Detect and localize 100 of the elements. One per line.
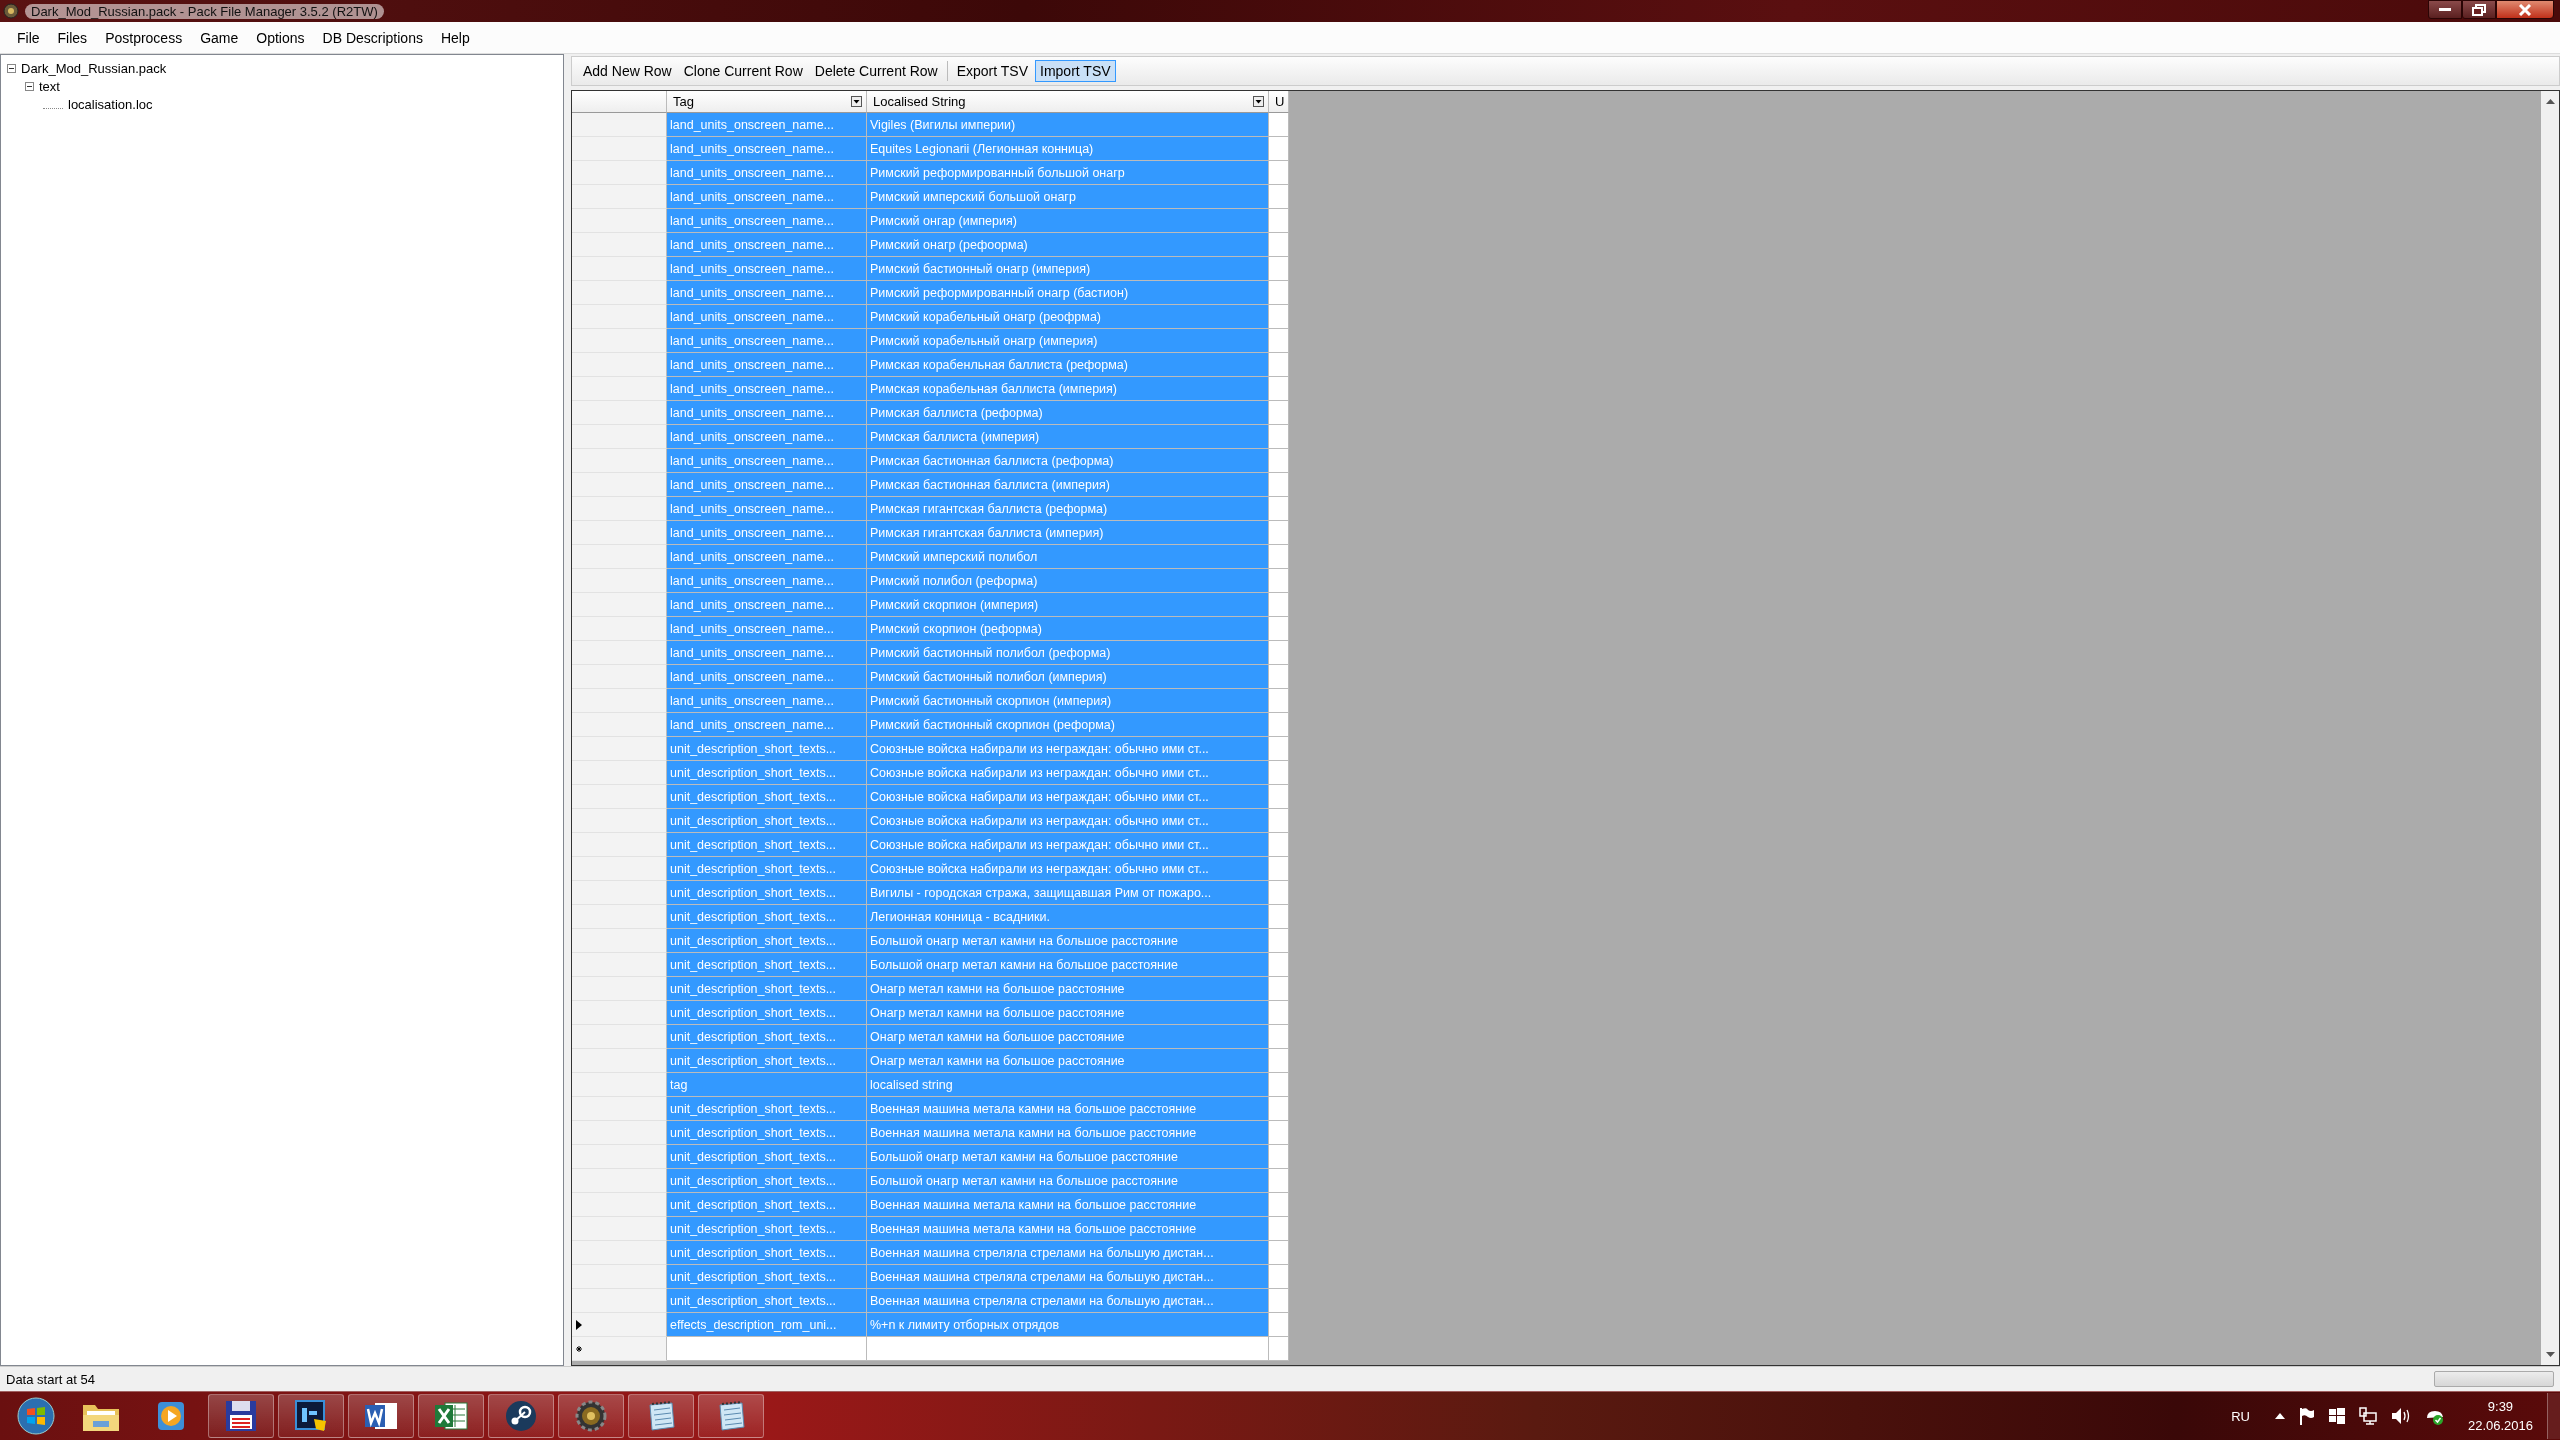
column-header[interactable]: Tag (667, 91, 867, 113)
table-cell[interactable]: Союзные войска набирали из неграждан: обычно ими ст... (867, 809, 1269, 833)
table-cell[interactable]: Онагр метал камни на большое расстояние (867, 1025, 1269, 1049)
table-cell[interactable]: Римский онагр (рефоорма) (867, 233, 1269, 257)
table-cell[interactable]: unit_description_short_texts... (667, 1169, 867, 1193)
table-cell[interactable]: land_units_onscreen_name... (667, 449, 867, 473)
table-cell[interactable]: land_units_onscreen_name... (667, 137, 867, 161)
table-cell[interactable]: land_units_onscreen_name... (667, 161, 867, 185)
table-cell[interactable]: land_units_onscreen_name... (667, 329, 867, 353)
table-cell[interactable]: Римская корабенльная баллиста (реформа) (867, 353, 1269, 377)
table-cell[interactable]: Римская бастионная баллиста (империя) (867, 473, 1269, 497)
table-cell[interactable]: Римский бастионный полибол (империя) (867, 665, 1269, 689)
table-cell[interactable]: unit_description_short_texts... (667, 953, 867, 977)
table-cell[interactable]: land_units_onscreen_name... (667, 209, 867, 233)
table-cell[interactable]: unit_description_short_texts... (667, 1097, 867, 1121)
table-cell[interactable]: %+n к лимиту отборных отрядов (867, 1313, 1269, 1337)
menu-item[interactable]: Game (191, 27, 248, 48)
table-cell[interactable]: Легионная конница - всадники. (867, 905, 1269, 929)
table-cell[interactable]: Римский скорпион (империя) (867, 593, 1269, 617)
table-cell[interactable]: unit_description_short_texts... (667, 833, 867, 857)
language-indicator[interactable]: RU (2231, 1408, 2250, 1424)
table-cell[interactable]: Римская баллиста (реформа) (867, 401, 1269, 425)
table-cell[interactable]: unit_description_short_texts... (667, 1145, 867, 1169)
table-cell[interactable]: Военная машина стреляла стрелами на большую дистан... (867, 1241, 1269, 1265)
table-cell[interactable]: land_units_onscreen_name... (667, 641, 867, 665)
table-cell[interactable]: Римский бастионный онагр (империя) (867, 257, 1269, 281)
table-cell[interactable]: land_units_onscreen_name... (667, 233, 867, 257)
menu-item[interactable]: DB Descriptions (313, 27, 432, 48)
table-cell[interactable]: Союзные войска набирали из неграждан: обычно ими ст... (867, 737, 1269, 761)
table-cell[interactable]: land_units_onscreen_name... (667, 617, 867, 641)
tree-item[interactable]: Dark_Mod_Russian.pack (19, 60, 169, 76)
table-cell[interactable]: land_units_onscreen_name... (667, 353, 867, 377)
table-cell[interactable]: effects_description_rom_uni... (667, 1313, 867, 1337)
table-cell[interactable]: Римский реформированный онагр (бастион) (867, 281, 1269, 305)
table-cell[interactable]: unit_description_short_texts... (667, 905, 867, 929)
table-cell[interactable]: Военная машина метала камни на большое расстояние (867, 1193, 1269, 1217)
table-cell[interactable]: Союзные войска набирали из неграждан: обычно ими ст... (867, 761, 1269, 785)
table-cell[interactable]: unit_description_short_texts... (667, 761, 867, 785)
table-cell[interactable]: land_units_onscreen_name... (667, 401, 867, 425)
table-cell[interactable]: Римский скорпион (реформа) (867, 617, 1269, 641)
table-cell[interactable]: unit_description_short_texts... (667, 1241, 867, 1265)
table-cell[interactable]: unit_description_short_texts... (667, 1217, 867, 1241)
table-cell[interactable]: land_units_onscreen_name... (667, 713, 867, 737)
table-cell[interactable]: unit_description_short_texts... (667, 1121, 867, 1145)
table-cell[interactable]: Римская гигантская баллиста (империя) (867, 521, 1269, 545)
table-cell[interactable]: unit_description_short_texts... (667, 1289, 867, 1313)
table-cell[interactable]: land_units_onscreen_name... (667, 281, 867, 305)
table-cell[interactable]: Римский корабельный онагр (империя) (867, 329, 1269, 353)
table-cell[interactable]: land_units_onscreen_name... (667, 569, 867, 593)
table-cell[interactable]: localised string (867, 1073, 1269, 1097)
table-cell[interactable]: Римский полибол (реформа) (867, 569, 1269, 593)
toolbar-button[interactable]: Add New Row (578, 60, 677, 82)
table-cell[interactable]: Большой онагр метал камни на большое расстояние (867, 1145, 1269, 1169)
table-cell[interactable]: Римский имперский полибол (867, 545, 1269, 569)
table-cell[interactable]: Римский корабельный онагр (реофрма) (867, 305, 1269, 329)
table-cell[interactable]: land_units_onscreen_name... (667, 425, 867, 449)
table-cell[interactable]: unit_description_short_texts... (667, 1001, 867, 1025)
table-cell[interactable]: land_units_onscreen_name... (667, 113, 867, 137)
table-cell[interactable]: Союзные войска набирали из неграждан: обычно ими ст... (867, 785, 1269, 809)
toolbar-button[interactable]: Export TSV (951, 60, 1034, 82)
table-cell[interactable]: unit_description_short_texts... (667, 1265, 867, 1289)
table-cell[interactable]: Большой онагр метал камни на большое расстояние (867, 929, 1269, 953)
table-cell[interactable]: unit_description_short_texts... (667, 785, 867, 809)
table-cell[interactable]: Онагр метал камни на большое расстояние (867, 1049, 1269, 1073)
table-cell[interactable]: unit_description_short_texts... (667, 809, 867, 833)
table-cell[interactable]: land_units_onscreen_name... (667, 497, 867, 521)
table-cell[interactable]: Римский имперский большой онагр (867, 185, 1269, 209)
table-cell[interactable]: unit_description_short_texts... (667, 1025, 867, 1049)
toolbar-button[interactable]: Clone Current Row (678, 60, 808, 82)
table-cell[interactable]: land_units_onscreen_name... (667, 257, 867, 281)
table-cell[interactable]: land_units_onscreen_name... (667, 521, 867, 545)
menu-item[interactable]: Help (431, 27, 479, 48)
table-cell[interactable]: Военная машина метала камни на большое расстояние (867, 1217, 1269, 1241)
table-cell[interactable]: land_units_onscreen_name... (667, 185, 867, 209)
menu-item[interactable]: File (8, 27, 49, 48)
table-cell[interactable]: Вигилы - городская стража, защищавшая Рим от пожаро... (867, 881, 1269, 905)
table-cell[interactable]: land_units_onscreen_name... (667, 593, 867, 617)
column-header[interactable]: U (1269, 91, 1289, 113)
table-cell[interactable]: Римский бастионный полибол (реформа) (867, 641, 1269, 665)
table-cell[interactable]: Римский реформированный большой онагр (867, 161, 1269, 185)
table-cell[interactable]: land_units_onscreen_name... (667, 305, 867, 329)
table-cell[interactable]: tag (667, 1073, 867, 1097)
table-cell[interactable]: Vigiles (Вигилы империи) (867, 113, 1269, 137)
table-cell[interactable]: land_units_onscreen_name... (667, 545, 867, 569)
menu-item[interactable]: Postprocess (96, 27, 192, 48)
table-cell[interactable]: Римский бастионный скорпион (реформа) (867, 713, 1269, 737)
table-cell[interactable]: Военная машина метала камни на большое расстояние (867, 1097, 1269, 1121)
table-cell[interactable]: Римская гигантская баллиста (реформа) (867, 497, 1269, 521)
table-cell[interactable]: Союзные войска набирали из неграждан: обычно ими ст... (867, 857, 1269, 881)
table-cell[interactable]: unit_description_short_texts... (667, 1049, 867, 1073)
menu-item[interactable]: Options (247, 27, 314, 48)
table-cell[interactable]: Союзные войска набирали из неграждан: обычно ими ст... (867, 833, 1269, 857)
toolbar-button[interactable]: Delete Current Row (809, 60, 943, 82)
table-cell[interactable]: unit_description_short_texts... (667, 1193, 867, 1217)
column-header[interactable]: Localised String (867, 91, 1269, 113)
table-cell[interactable]: unit_description_short_texts... (667, 737, 867, 761)
table-cell[interactable]: Онагр метал камни на большое расстояние (867, 977, 1269, 1001)
table-cell[interactable]: Большой онагр метал камни на большое расстояние (867, 953, 1269, 977)
table-cell[interactable]: unit_description_short_texts... (667, 977, 867, 1001)
table-cell[interactable]: unit_description_short_texts... (667, 881, 867, 905)
